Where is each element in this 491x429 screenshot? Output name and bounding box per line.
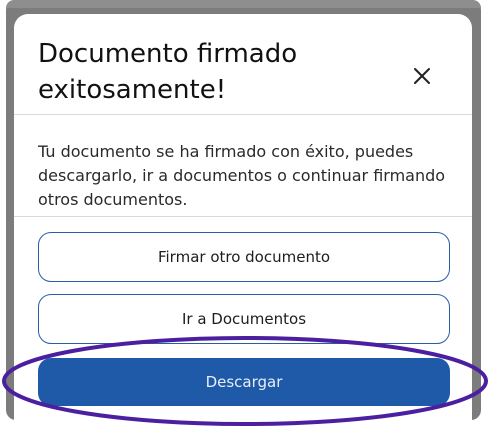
dialog-title: Documento firmado exitosamente! [38,39,298,105]
backdrop-edge [6,0,481,8]
sign-another-document-label: Firmar otro documento [157,248,331,266]
success-dialog: Documento firmado exitosamente! Tu docum… [14,14,472,420]
download-button[interactable]: Descargar [38,358,450,406]
screen: Documento firmado exitosamente! Tu docum… [0,0,491,429]
dialog-header: Documento firmado exitosamente! [14,14,472,114]
dialog-message: Tu documento se ha firmado con éxito, pu… [38,142,446,209]
download-label: Descargar [205,373,283,391]
close-button[interactable] [400,54,444,98]
close-icon [414,68,430,84]
go-to-documents-label: Ir a Documentos [181,310,307,328]
sign-another-document-button[interactable]: Firmar otro documento [38,232,450,282]
header-divider [14,114,472,115]
footer-divider [14,216,472,217]
go-to-documents-button[interactable]: Ir a Documentos [38,294,450,344]
